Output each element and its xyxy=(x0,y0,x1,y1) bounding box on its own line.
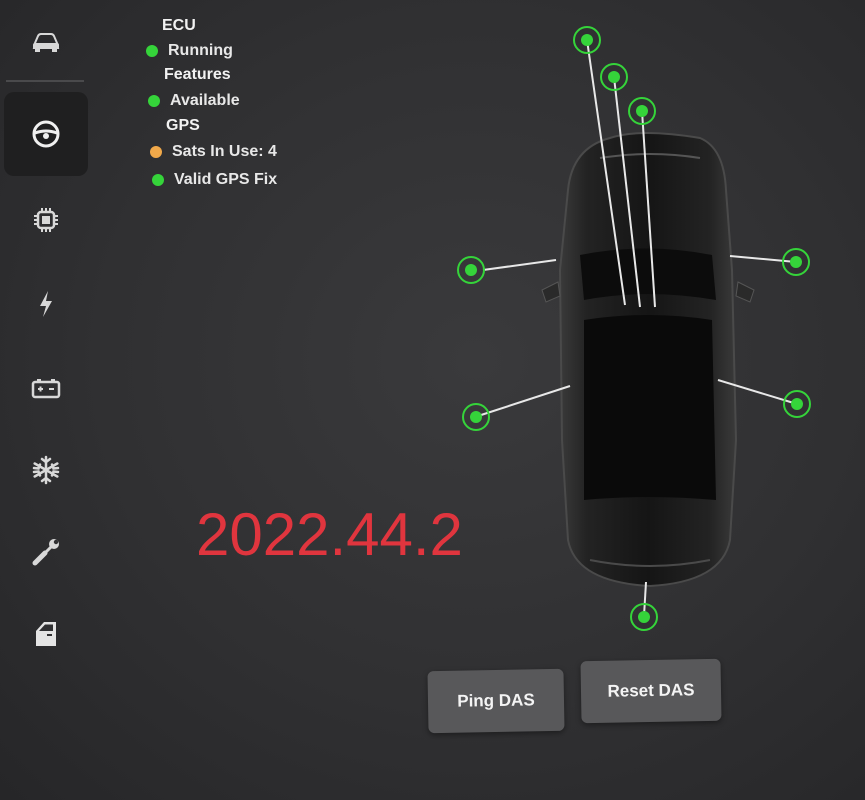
sidebar-item-vehicle[interactable] xyxy=(4,0,88,84)
wrench-icon xyxy=(32,539,59,566)
battery-icon xyxy=(31,379,61,399)
gps-heading: GPS xyxy=(166,117,200,134)
ecu-status-label: Running xyxy=(168,42,233,59)
sidebar-divider xyxy=(6,80,84,82)
reset-das-button[interactable]: Reset DAS xyxy=(580,658,722,724)
gps-fix-status: Valid GPS Fix xyxy=(152,171,277,189)
ecu-status: Running xyxy=(146,42,233,60)
snowflake-icon xyxy=(32,455,60,485)
sidebar-item-hardware[interactable] xyxy=(4,178,88,262)
status-dot xyxy=(148,95,160,107)
status-dot xyxy=(152,174,164,186)
vehicle-diagram xyxy=(457,26,811,631)
chip-icon xyxy=(34,208,58,232)
steering-wheel-icon xyxy=(32,120,60,148)
status-dot-warning xyxy=(150,146,162,158)
ecu-heading: ECU xyxy=(162,17,196,34)
features-status-label: Available xyxy=(170,92,240,109)
car-icon xyxy=(32,33,60,52)
lightning-icon xyxy=(40,291,52,317)
camera-right-pillar[interactable] xyxy=(783,390,811,418)
gps-fix-label: Valid GPS Fix xyxy=(174,171,278,188)
camera-left-pillar[interactable] xyxy=(462,403,490,431)
gps-sats-label: Sats In Use: 4 xyxy=(172,143,277,160)
door-icon xyxy=(36,622,56,646)
camera-front-main[interactable] xyxy=(573,26,601,54)
sidebar-item-autopilot[interactable] xyxy=(4,92,88,176)
sidebar-item-service[interactable] xyxy=(4,510,88,594)
sidebar-item-doors[interactable] xyxy=(4,592,88,676)
sidebar xyxy=(0,0,92,800)
vehicle-camera-diagram xyxy=(450,20,830,640)
sidebar-item-climate[interactable] xyxy=(4,428,88,512)
camera-front-wide[interactable] xyxy=(600,63,628,91)
camera-left-repeater[interactable] xyxy=(457,256,485,284)
features-heading: Features xyxy=(164,66,231,83)
sidebar-item-battery[interactable] xyxy=(4,346,88,430)
features-status: Available xyxy=(148,92,240,110)
gps-sats-status: Sats In Use: 4 xyxy=(150,143,277,161)
software-version: 2022.44.2 xyxy=(196,501,463,568)
ping-das-button[interactable]: Ping DAS xyxy=(427,668,565,734)
status-dot xyxy=(146,45,158,57)
sidebar-item-power[interactable] xyxy=(4,262,88,346)
